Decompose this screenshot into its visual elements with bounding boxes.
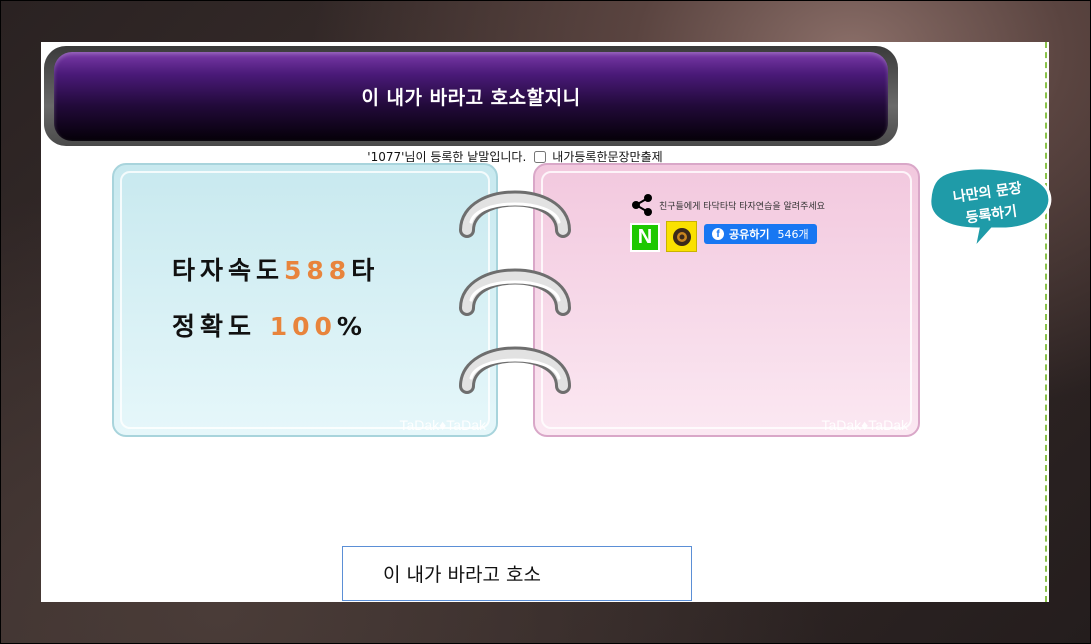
- typing-speed: 타자속도588타: [172, 251, 379, 287]
- share-message: 친구들에게 타닥타닥 타자연습을 알려주세요: [659, 201, 825, 212]
- register-sentence-button[interactable]: 나만의 문장 등록하기: [926, 165, 1054, 253]
- typing-input[interactable]: [342, 546, 692, 601]
- typing-accuracy: 정확도 100%: [172, 307, 367, 343]
- accuracy-label: 정확도: [172, 312, 257, 341]
- facebook-share-label: 공유하기: [729, 228, 770, 241]
- sentence-title-bar: 이 내가 바라고 호소할지니: [54, 52, 888, 141]
- naver-share-button[interactable]: N: [630, 223, 660, 252]
- binder-ring-icon: [459, 346, 571, 394]
- speed-value: 588: [284, 256, 352, 285]
- right-watermark: TaDak♦TaDak: [821, 417, 908, 433]
- naver-logo-icon: N: [637, 226, 653, 248]
- sentence-title: 이 내가 바라고 호소할지니: [361, 87, 581, 109]
- accuracy-unit: %: [336, 312, 367, 341]
- accuracy-value: 100: [269, 312, 337, 341]
- speed-label: 타자속도: [172, 256, 285, 285]
- binder-ring-icon: [459, 190, 571, 238]
- result-card: 타자속도588타 정확도 100% TaDak♦TaDak: [112, 163, 498, 437]
- kakaostory-icon: [672, 227, 691, 246]
- dashed-divider: [1045, 42, 1047, 602]
- share-icon: [632, 194, 652, 216]
- facebook-share-button[interactable]: f 공유하기 546개: [704, 224, 817, 244]
- facebook-share-count: 546개: [777, 228, 809, 241]
- facebook-icon: f: [712, 228, 724, 240]
- own-sentences-checkbox[interactable]: [534, 150, 547, 163]
- binder-ring-icon: [459, 268, 571, 316]
- kakao-share-button[interactable]: [666, 221, 697, 252]
- share-prompt: 친구들에게 타닥타닥 타자연습을 알려주세요: [629, 192, 825, 218]
- speed-unit: 타: [351, 256, 380, 285]
